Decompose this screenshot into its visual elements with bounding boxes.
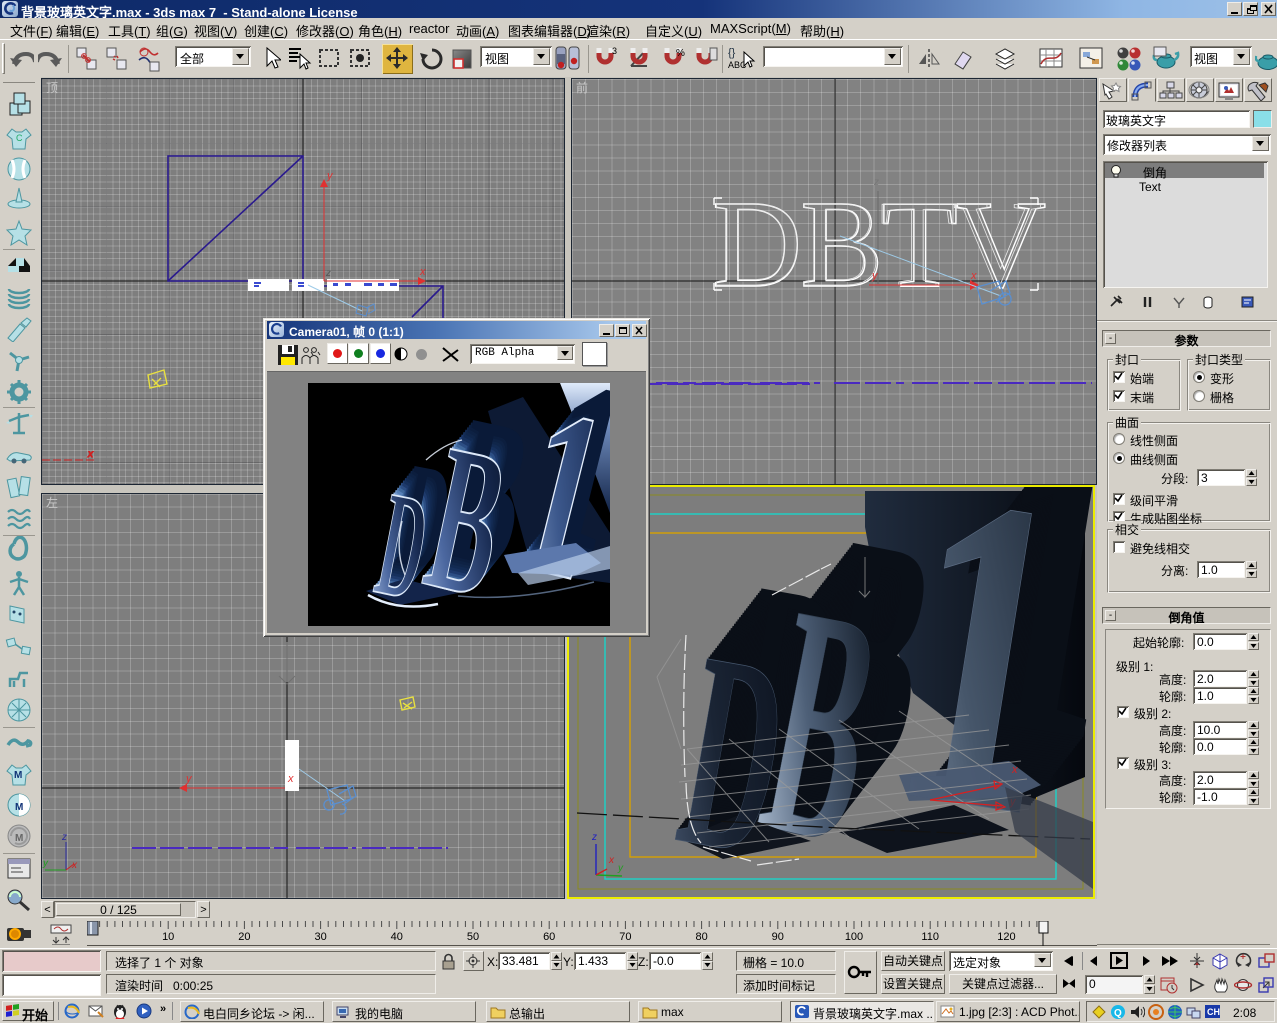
svg-text:x: x — [970, 270, 977, 282]
svg-text:120: 120 — [997, 931, 1015, 943]
svg-text:%: % — [676, 48, 685, 59]
svg-text:M: M — [14, 770, 22, 781]
svg-text:x: x — [287, 773, 294, 785]
svg-text:3: 3 — [612, 46, 617, 56]
svg-text:50: 50 — [467, 931, 479, 943]
svg-text:C: C — [16, 133, 23, 143]
svg-text:y: y — [326, 170, 334, 182]
svg-text:{}: {} — [728, 47, 736, 59]
svg-text:y: y — [42, 858, 49, 869]
svg-text:M: M — [15, 802, 23, 813]
svg-text:10: 10 — [162, 931, 174, 943]
svg-text:顶: 顶 — [46, 81, 58, 95]
svg-text:y: y — [185, 773, 193, 785]
svg-text:左: 左 — [46, 495, 58, 510]
svg-text:DBTV: DBTV — [713, 175, 1041, 312]
svg-text:100: 100 — [845, 931, 863, 943]
svg-text:z: z — [591, 832, 597, 843]
svg-text:z: z — [61, 832, 67, 843]
svg-text:Q: Q — [1114, 1008, 1122, 1019]
svg-text:前: 前 — [576, 80, 588, 95]
svg-text:x: x — [1011, 764, 1018, 776]
svg-text:x: x — [71, 860, 78, 871]
svg-text:x: x — [608, 855, 615, 866]
svg-text:60: 60 — [543, 931, 555, 943]
svg-text:20: 20 — [238, 931, 250, 943]
svg-text:x: x — [87, 449, 94, 460]
svg-text:110: 110 — [921, 931, 939, 943]
svg-text:y: y — [617, 863, 624, 874]
svg-text:90: 90 — [772, 931, 784, 943]
svg-text:x: x — [419, 266, 426, 278]
svg-text:M: M — [15, 833, 23, 844]
svg-text:70: 70 — [619, 931, 631, 943]
svg-text:z: z — [325, 268, 331, 279]
svg-text:80: 80 — [695, 931, 707, 943]
svg-text:40: 40 — [391, 931, 403, 943]
svg-text:30: 30 — [314, 931, 326, 943]
svg-text:CH: CH — [1207, 1007, 1220, 1017]
